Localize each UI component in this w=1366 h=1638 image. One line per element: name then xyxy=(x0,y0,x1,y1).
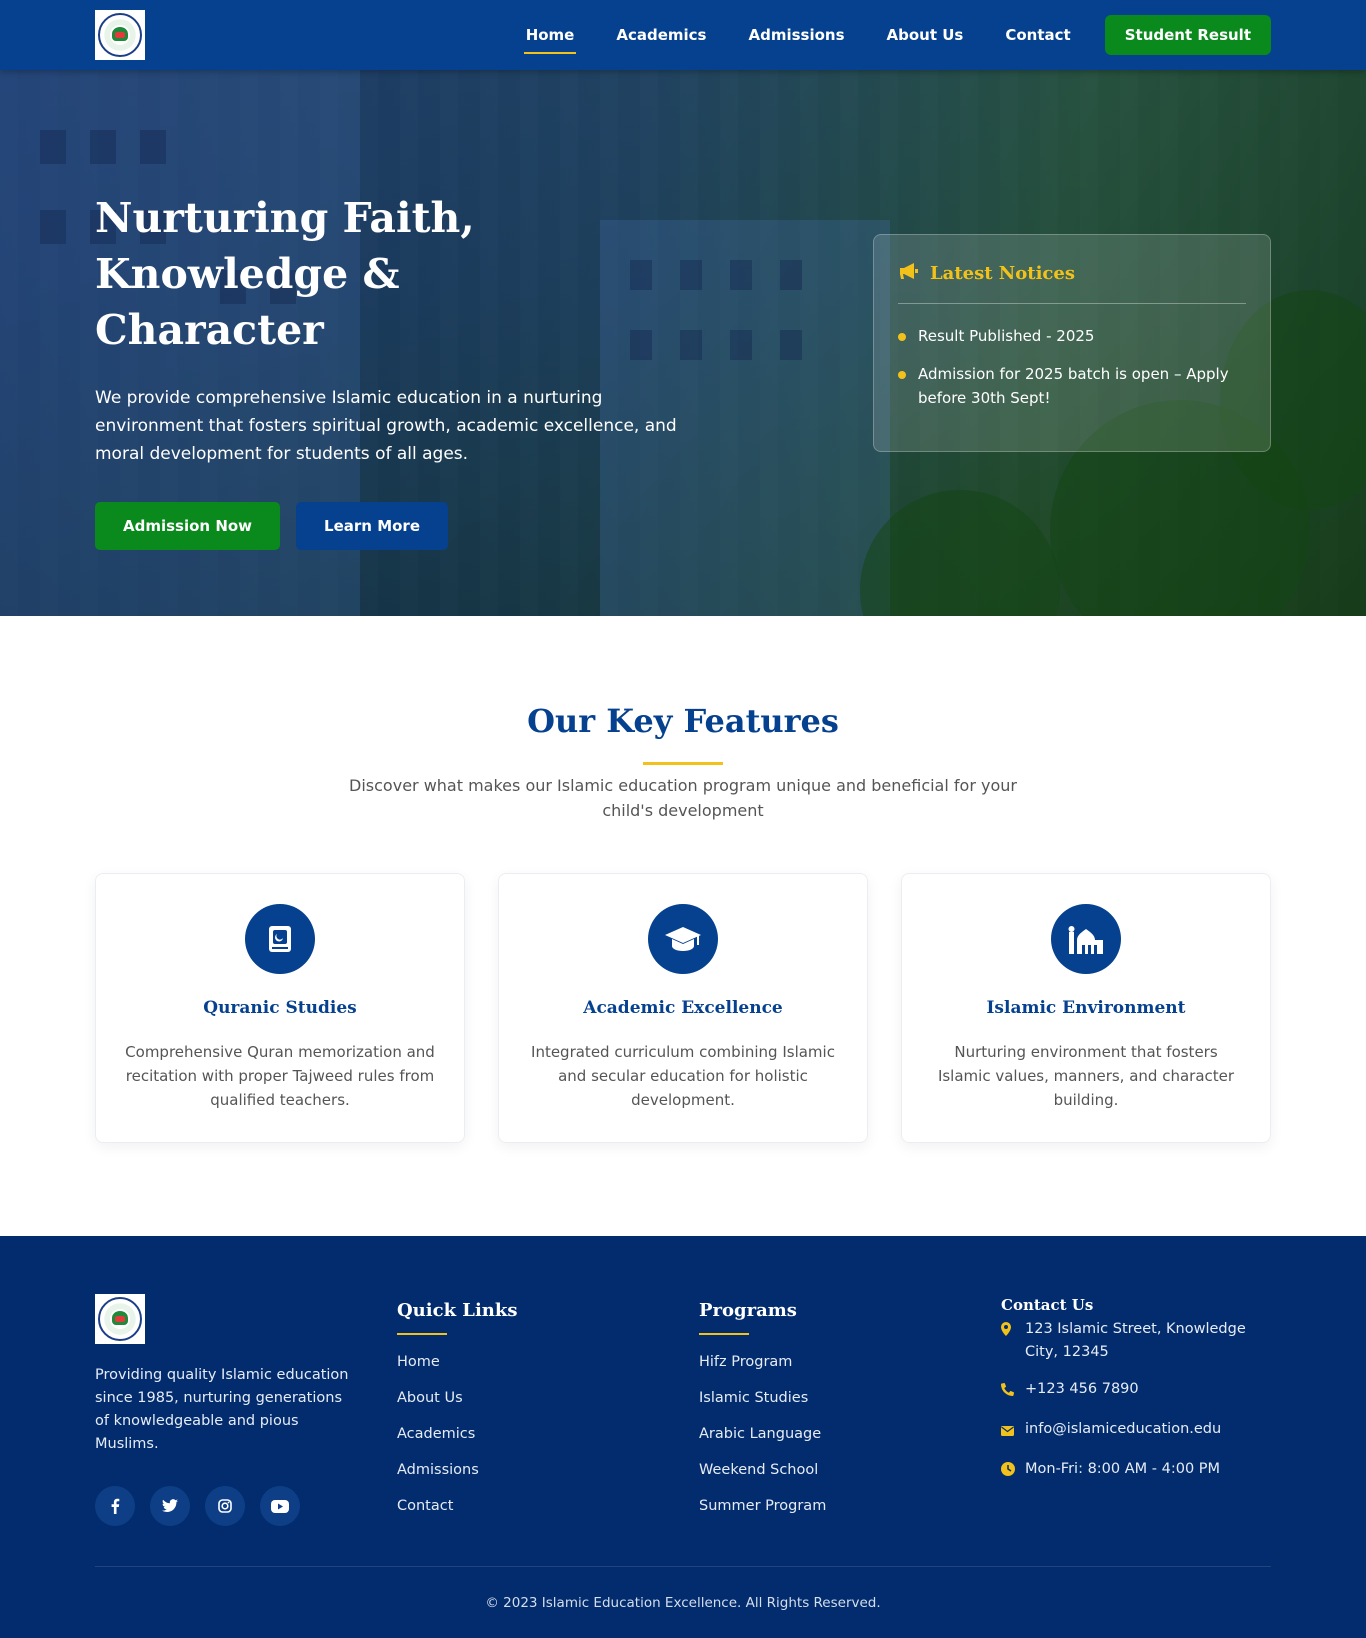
school-logo[interactable] xyxy=(95,10,145,60)
admission-now-button[interactable]: Admission Now xyxy=(95,502,281,550)
hero-content: Nurturing Faith, Knowledge & Character W… xyxy=(95,190,715,550)
footer-quick-links: Quick Links Home About Us Academics Admi… xyxy=(397,1294,699,1566)
notice-item[interactable]: Admission for 2025 batch is open – Apply… xyxy=(898,362,1246,410)
footer-logo[interactable] xyxy=(95,1294,145,1344)
logo-seal-icon xyxy=(98,13,142,57)
bullet-icon xyxy=(898,371,906,379)
megaphone-icon xyxy=(898,261,920,285)
contact-address: 123 Islamic Street, Knowledge City, 1234… xyxy=(1001,1318,1271,1364)
footer-link-home[interactable]: Home xyxy=(397,1351,699,1373)
card-title: Islamic Environment xyxy=(986,998,1186,1018)
nav-home[interactable]: Home xyxy=(523,20,577,54)
address-text: 123 Islamic Street, Knowledge City, 1234… xyxy=(1025,1321,1246,1360)
contact-email[interactable]: info@islamiceducation.edu xyxy=(1001,1418,1271,1444)
title-divider xyxy=(643,762,723,765)
footer-link-academics[interactable]: Academics xyxy=(397,1423,699,1445)
nav-admissions[interactable]: Admissions xyxy=(746,20,846,50)
nav-contact[interactable]: Contact xyxy=(1003,20,1072,50)
envelope-icon xyxy=(1001,1418,1025,1444)
main-nav: Home Academics Admissions About Us Conta… xyxy=(486,15,1271,55)
footer-about-text: Providing quality Islamic education sinc… xyxy=(95,1367,349,1452)
footer-link-weekend-school[interactable]: Weekend School xyxy=(699,1459,1001,1481)
footer-about: Providing quality Islamic education sinc… xyxy=(95,1294,397,1566)
nav-academics[interactable]: Academics xyxy=(614,20,708,50)
key-features-section: Our Key Features Discover what makes our… xyxy=(0,616,1366,1236)
footer-link-hifz-program[interactable]: Hifz Program xyxy=(699,1351,1001,1373)
site-footer: Providing quality Islamic education sinc… xyxy=(0,1236,1366,1638)
footer-link-admissions[interactable]: Admissions xyxy=(397,1459,699,1481)
youtube-icon[interactable] xyxy=(260,1486,300,1526)
programs-title: Programs xyxy=(699,1300,797,1321)
phone-text: +123 456 7890 xyxy=(1025,1381,1139,1397)
hero-buttons: Admission Now Learn More xyxy=(95,502,715,550)
hero-title: Nurturing Faith, Knowledge & Character xyxy=(95,190,715,358)
graduation-cap-icon xyxy=(648,904,718,974)
quran-icon xyxy=(245,904,315,974)
hero-section: Nurturing Faith, Knowledge & Character W… xyxy=(0,70,1366,616)
notices-title: Latest Notices xyxy=(930,262,1075,284)
phone-icon xyxy=(1000,1378,1025,1404)
features-subtitle: Discover what makes our Islamic educatio… xyxy=(349,776,1017,820)
student-result-button[interactable]: Student Result xyxy=(1104,15,1271,55)
learn-more-button[interactable]: Learn More xyxy=(296,502,449,550)
nav-about-us[interactable]: About Us xyxy=(885,20,966,50)
bullet-icon xyxy=(898,333,906,341)
instagram-icon[interactable] xyxy=(205,1486,245,1526)
hours-text: Mon-Fri: 8:00 AM - 4:00 PM xyxy=(1025,1461,1221,1477)
notices-list: Result Published - 2025 Admission for 20… xyxy=(898,324,1246,410)
notice-text: Result Published - 2025 xyxy=(918,327,1095,345)
card-description: Comprehensive Quran memorization and rec… xyxy=(125,1043,435,1109)
hero-title-line2: Character xyxy=(95,306,324,354)
notice-item[interactable]: Result Published - 2025 xyxy=(898,324,1246,348)
contact-hours: Mon-Fri: 8:00 AM - 4:00 PM xyxy=(1001,1458,1271,1484)
card-description: Integrated curriculum combining Islamic … xyxy=(531,1043,835,1109)
heading-underline xyxy=(699,1333,749,1335)
mosque-icon xyxy=(1051,904,1121,974)
footer-programs: Programs Hifz Program Islamic Studies Ar… xyxy=(699,1294,1001,1566)
contact-phone[interactable]: +123 456 7890 xyxy=(1000,1378,1271,1404)
footer-bottom-bar: © 2023 Islamic Education Excellence. All… xyxy=(95,1566,1271,1638)
footer-link-contact[interactable]: Contact xyxy=(397,1495,699,1517)
notices-header: Latest Notices xyxy=(898,261,1246,304)
social-links xyxy=(95,1486,397,1526)
features-title: Our Key Features xyxy=(527,702,839,740)
copyright-text: © 2023 Islamic Education Excellence. All… xyxy=(485,1594,881,1611)
contact-title: Contact Us xyxy=(1001,1296,1094,1314)
notice-text: Admission for 2025 batch is open – Apply… xyxy=(918,365,1229,407)
quick-links-title: Quick Links xyxy=(397,1300,518,1321)
facebook-icon[interactable] xyxy=(95,1486,135,1526)
feature-card-quranic-studies: Quranic Studies Comprehensive Quran memo… xyxy=(95,873,465,1143)
hero-description: We provide comprehensive Islamic educati… xyxy=(95,388,677,464)
footer-link-islamic-studies[interactable]: Islamic Studies xyxy=(699,1387,1001,1409)
feature-card-islamic-environment: Islamic Environment Nurturing environmen… xyxy=(901,873,1271,1143)
card-title: Quranic Studies xyxy=(203,998,357,1018)
hero-title-line1: Nurturing Faith, Knowledge & xyxy=(95,194,475,298)
footer-contact: Contact Us 123 Islamic Street, Knowledge… xyxy=(1000,1294,1271,1566)
programs-list: Hifz Program Islamic Studies Arabic Lang… xyxy=(699,1351,1001,1517)
latest-notices-panel: Latest Notices Result Published - 2025 A… xyxy=(873,234,1271,452)
card-title: Academic Excellence xyxy=(583,998,783,1018)
logo-seal-icon xyxy=(98,1297,142,1341)
feature-card-academic-excellence: Academic Excellence Integrated curriculu… xyxy=(498,873,868,1143)
email-text: info@islamiceducation.edu xyxy=(1025,1421,1222,1437)
quick-links-list: Home About Us Academics Admissions Conta… xyxy=(397,1351,699,1517)
footer-link-arabic-language[interactable]: Arabic Language xyxy=(699,1423,1001,1445)
twitter-icon[interactable] xyxy=(150,1486,190,1526)
feature-cards: Quranic Studies Comprehensive Quran memo… xyxy=(95,873,1271,1143)
footer-link-about-us[interactable]: About Us xyxy=(397,1387,699,1409)
heading-underline xyxy=(397,1333,447,1335)
footer-link-summer-program[interactable]: Summer Program xyxy=(699,1495,1001,1517)
card-description: Nurturing environment that fosters Islam… xyxy=(937,1043,1235,1109)
clock-icon xyxy=(1001,1458,1025,1484)
top-navbar: Home Academics Admissions About Us Conta… xyxy=(0,0,1366,70)
map-marker-icon xyxy=(1001,1318,1025,1344)
footer-columns: Providing quality Islamic education sinc… xyxy=(95,1294,1271,1566)
